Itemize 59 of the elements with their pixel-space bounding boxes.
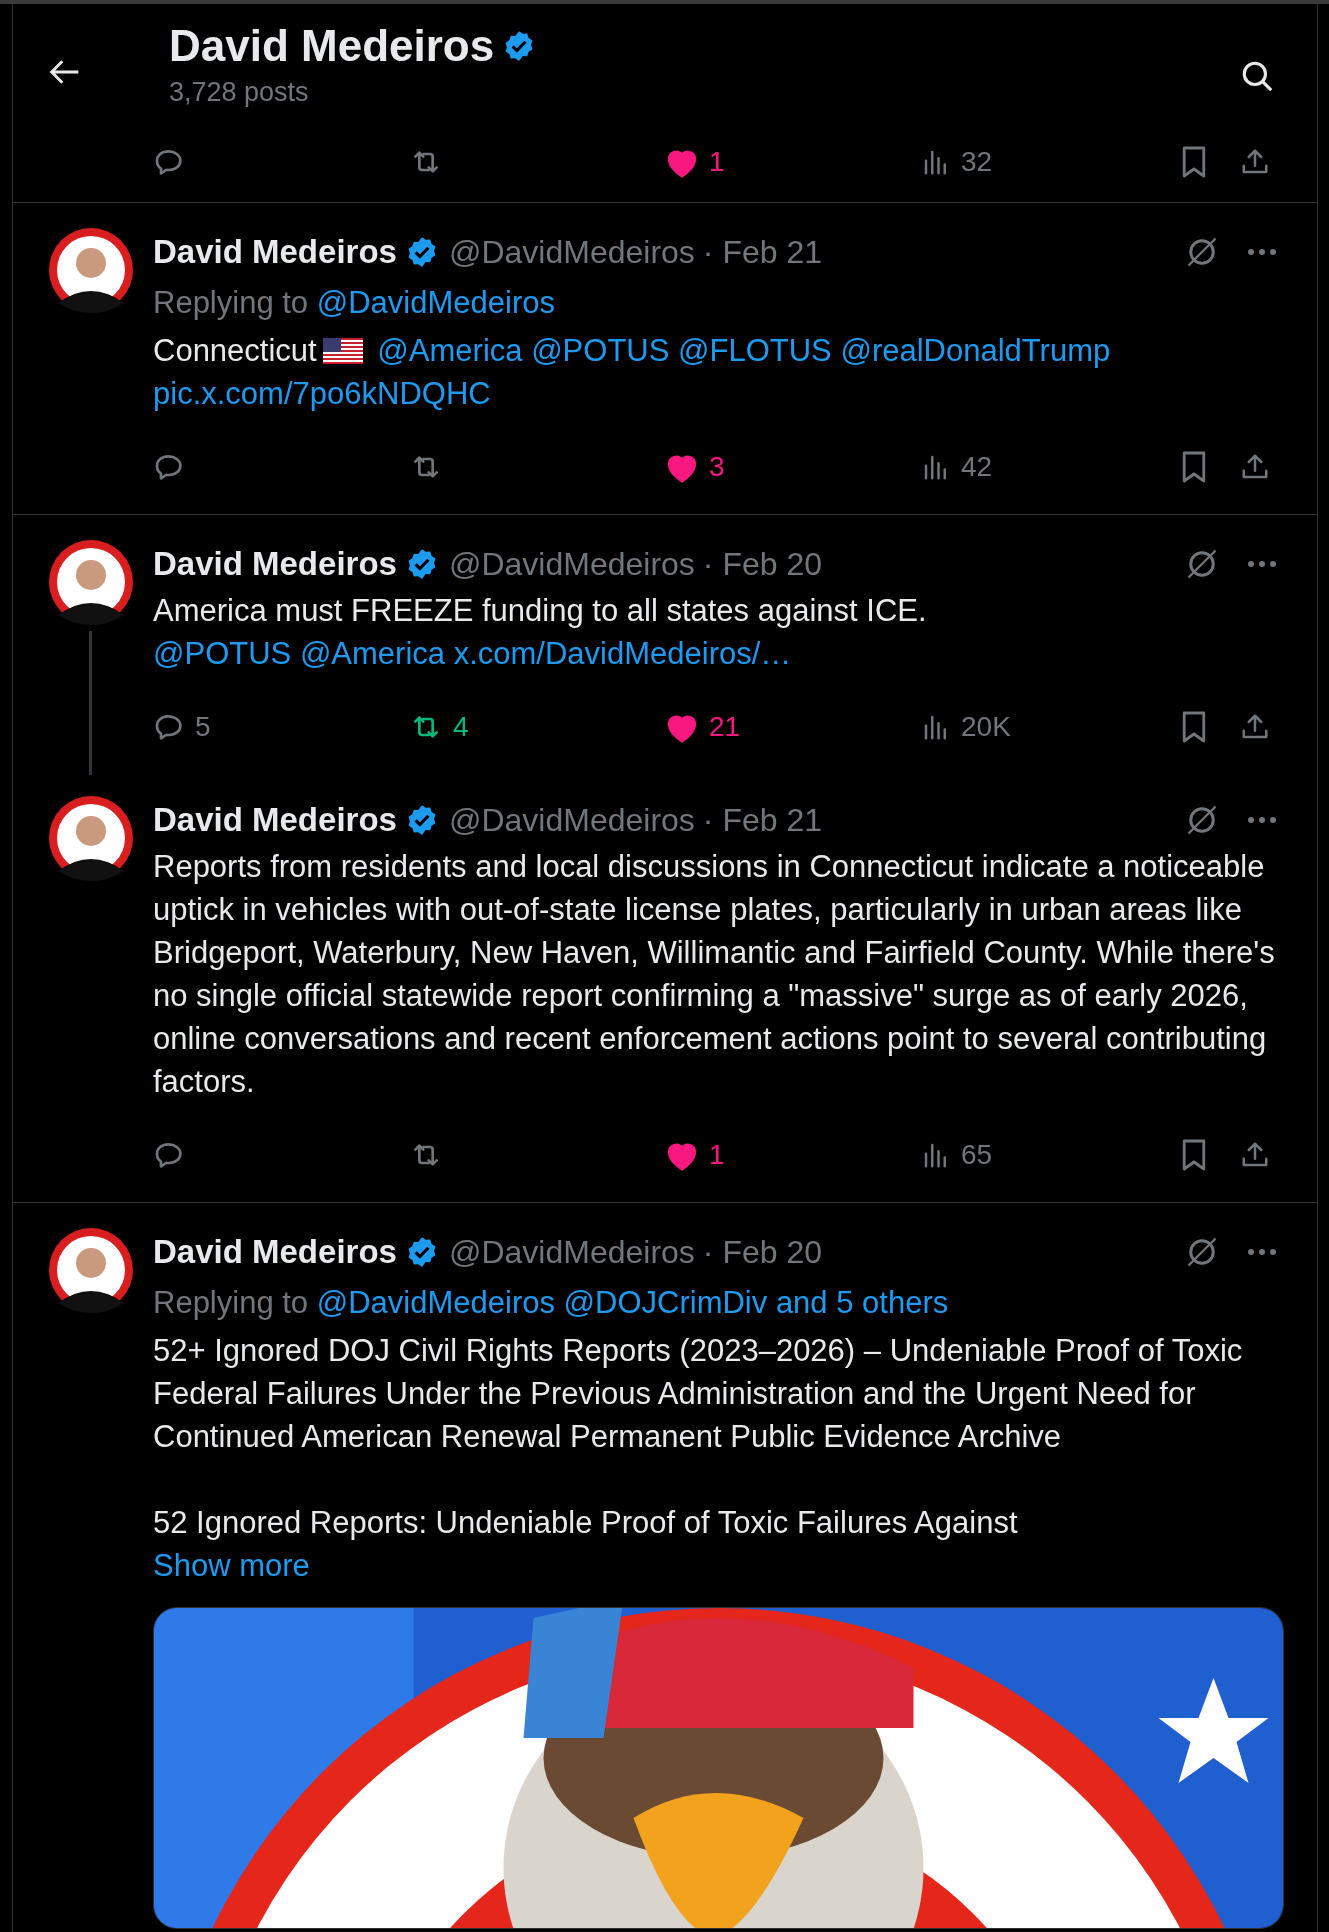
search-icon (1240, 59, 1274, 93)
post-date: · Feb 20 (702, 1233, 822, 1271)
views-button[interactable]: 32 (921, 140, 993, 184)
post-date: · Feb 21 (702, 801, 822, 839)
views-button[interactable]: 20K (921, 705, 1011, 749)
author-name[interactable]: David Medeiros (153, 801, 397, 839)
mention-link[interactable]: pic.x.com/7po6kNDQHC (153, 376, 491, 411)
reply-button[interactable]: 5 (153, 705, 211, 749)
like-button[interactable]: 3 (665, 445, 725, 489)
post-date: · Feb 20 (702, 545, 822, 583)
post-date: · Feb 21 (702, 233, 822, 271)
author-name[interactable]: David Medeiros (153, 545, 397, 583)
mention-link[interactable]: @America (377, 333, 523, 368)
mention-link[interactable]: @realDonaldTrump (840, 333, 1111, 368)
mention-link[interactable]: @DOJCrimDiv (563, 1285, 768, 1320)
more-icon (1247, 1248, 1277, 1256)
more-icon (1247, 248, 1277, 256)
back-arrow-icon (49, 58, 81, 86)
post-count: 3,728 posts (169, 76, 310, 109)
mention-link[interactable]: and 5 others (775, 1285, 949, 1320)
bookmark-icon (1180, 710, 1208, 744)
profile-title: David Medeiros (169, 20, 495, 72)
tweet-text: America must FREEZE funding to all states against ICE. (153, 592, 928, 630)
tweet-text: 52+ Ignored DOJ Civil Rights Reports (2023–2026) – Undeniable Proof of Toxic Federal Failures Under the Previous Administration and the Urgent Need for Continued American Renewal Permanent Public Evidence Archive (153, 1332, 1244, 1456)
mention-link[interactable]: @America (299, 636, 446, 671)
tweet-text: 52 Ignored Reports: Undeniable Proof of Toxic Failures Against (153, 1504, 1019, 1542)
like-button[interactable]: 1 (665, 140, 725, 184)
replying-label: Replying to (153, 1285, 309, 1320)
more-icon (1247, 816, 1277, 824)
avatar[interactable] (47, 539, 134, 625)
show-more-link[interactable]: Show more (153, 1548, 310, 1583)
views-button[interactable]: 42 (921, 445, 993, 489)
like-button[interactable]: 21 (665, 705, 741, 749)
bookmark-icon (1180, 1138, 1208, 1172)
author-name[interactable]: David Medeiros (153, 1233, 397, 1271)
avatar[interactable] (47, 227, 134, 313)
avatar[interactable] (47, 1227, 134, 1313)
mention-link[interactable]: @DavidMedeiros (316, 285, 555, 320)
mention-link[interactable]: @POTUS (531, 333, 670, 368)
like-button[interactable]: 1 (665, 1133, 725, 1177)
author-handle: @DavidMedeiros (448, 545, 695, 583)
author-handle: @DavidMedeiros (448, 1233, 695, 1271)
views-button[interactable]: 65 (921, 1133, 993, 1177)
tweet-text: Connecticut @America @POTUS @FLOTUS @realDonaldTrump pic.x.com/7po6kNDQHC (153, 332, 1112, 413)
author-handle: @DavidMedeiros (448, 233, 695, 271)
author-handle: @DavidMedeiros (448, 801, 695, 839)
mention-link[interactable]: @POTUS (153, 636, 292, 671)
us-flag-icon (322, 338, 363, 364)
mention-link[interactable]: @FLOTUS (678, 333, 832, 368)
mention-link[interactable]: @DavidMedeiros (316, 1285, 555, 1320)
bookmark-icon (1180, 145, 1208, 179)
repost-button[interactable]: 4 (409, 705, 469, 749)
replying-label: Replying to (153, 285, 309, 320)
more-icon (1247, 560, 1277, 568)
author-name[interactable]: David Medeiros (153, 233, 397, 271)
tweet-text: Reports from residents and local discussions in Connecticut indicate a noticeable uptick in vehicles with out-of-state license plates, particularly in urban areas like Bridgeport, Waterbury, New Haven, Willimantic and Fairfield County. While there's no single official statewide report confirming a "massive" surge as of early 2026, online conversations and recent enforcement actions point to several contributing factors. (153, 848, 1276, 1101)
mention-link[interactable]: x.com/DavidMedeiros/… (453, 636, 792, 671)
bookmark-icon (1180, 450, 1208, 484)
avatar[interactable] (47, 795, 134, 881)
